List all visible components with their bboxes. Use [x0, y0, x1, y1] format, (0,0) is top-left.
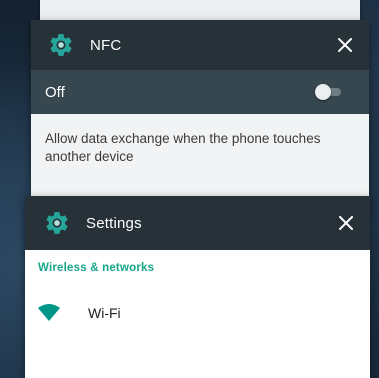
- settings-card-title: Settings: [86, 214, 142, 232]
- nfc-description: Allow data exchange when the phone touch…: [45, 131, 321, 164]
- switch-thumb: [315, 84, 331, 100]
- nfc-card-title: NFC: [90, 36, 122, 54]
- gear-icon: [48, 32, 74, 58]
- close-icon[interactable]: [335, 35, 355, 55]
- settings-item-wifi[interactable]: Wi-Fi: [25, 284, 370, 342]
- close-icon[interactable]: [336, 213, 356, 233]
- nfc-card[interactable]: NFC Off Allow data exchange when the pho…: [31, 20, 369, 210]
- background-card[interactable]: [40, 0, 360, 20]
- wifi-icon: [38, 304, 60, 322]
- nfc-toggle-row[interactable]: Off: [31, 70, 369, 114]
- settings-card-header: Settings: [25, 196, 370, 250]
- section-header-wireless: Wireless & networks: [38, 262, 155, 274]
- nfc-toggle-switch[interactable]: [315, 84, 343, 100]
- settings-item-label: Wi-Fi: [88, 305, 121, 321]
- settings-card[interactable]: Settings Wireless & networks Wi-Fi: [25, 196, 370, 378]
- gear-icon: [44, 210, 70, 236]
- nfc-card-header: NFC: [31, 20, 369, 70]
- nfc-toggle-label: Off: [45, 83, 65, 101]
